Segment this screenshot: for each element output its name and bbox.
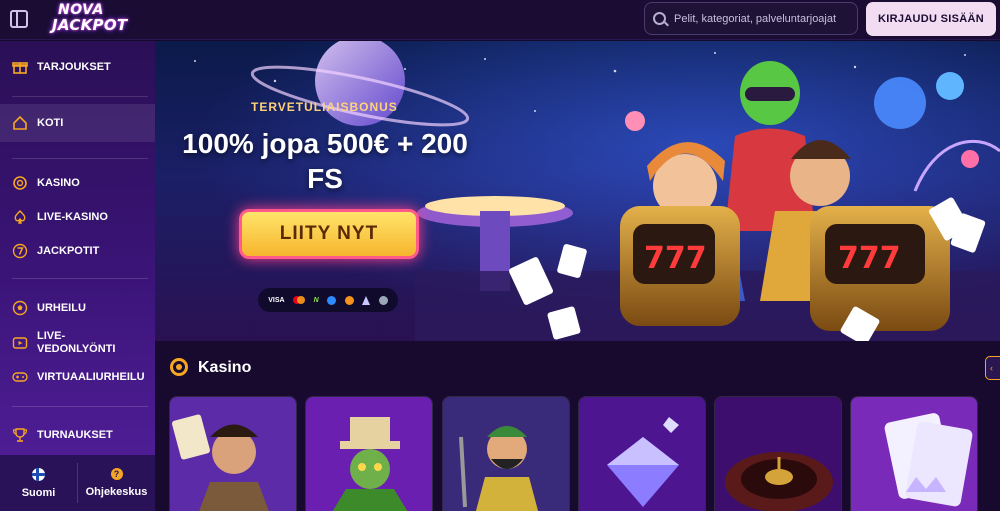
chip-icon [170,358,188,376]
section-title: Kasino [198,359,252,376]
bonus-subtitle: TERVETULIAISBONUS [251,100,398,114]
divider [12,96,148,97]
casino-section: Kasino ‹ [155,341,1000,511]
gamepad-icon [12,369,28,385]
game-tile-cards-crown[interactable] [850,396,978,511]
gift-icon [12,59,28,75]
trophy-icon [12,427,28,443]
sidebar-item-label: LIVE-KASINO [37,210,108,223]
divider [12,406,148,407]
ripple-icon [327,295,337,305]
sidebar-item-label: JACKPOTIT [37,244,100,257]
spade-icon [12,209,28,225]
sidebar: TARJOUKSET KOTI KASINO LIVE-KASINO JACKP… [0,41,155,511]
sidebar-item-label: KASINO [37,176,80,189]
sidebar-item-label: TURNAUKSET [37,428,113,441]
sidebar-item-virtual-sports[interactable]: VIRTUAALIURHEILU [0,365,155,389]
section-nav-arrow-icon[interactable]: ‹ [985,356,1000,380]
sidebar-item-sports[interactable]: URHEILU [0,296,155,320]
sidebar-item-label-line-1: LIVE- [37,330,66,342]
game-tile-leprechaun[interactable] [305,396,433,511]
seven-icon [12,243,28,259]
bonus-title: 100% jopa 500€ + 200 FS [182,128,468,194]
help-icon: ? [110,468,123,480]
sidebar-item-casino[interactable]: KASINO [0,171,155,195]
game-tile-adventurer[interactable] [169,396,297,511]
search-box[interactable] [644,2,858,35]
soccer-ball-icon [12,300,28,316]
sidebar-item-home[interactable]: KOTI [0,104,155,142]
bitcoin-icon [344,295,354,305]
finland-flag-icon [32,467,45,481]
login-button[interactable]: KIRJAUDU SISÄÄN [866,2,996,36]
search-input[interactable] [674,12,857,25]
sidebar-item-label: VIRTUAALIURHEILU [37,370,145,383]
visa-icon: VISA [268,296,285,304]
sidebar-item-live-casino[interactable]: LIVE-KASINO [0,205,155,229]
chip-icon [12,175,28,191]
home-icon [12,115,28,131]
game-tile-lumberjack[interactable] [442,396,570,511]
sidebar-toggle-icon[interactable] [10,10,28,28]
sidebar-item-label: KOTI [37,116,64,129]
mastercard-icon [293,296,306,304]
game-tile-roulette[interactable] [714,396,842,511]
hero-banner[interactable]: 777 777 TERVETULIAISBONUS 100% jopa 500€… [155,41,1000,341]
game-tile-diamond[interactable] [578,396,706,511]
sidebar-item-live-betting[interactable]: LIVE- VEDONLYÖNTI [0,327,155,359]
sidebar-item-label: TARJOUKSET [37,60,111,73]
language-selector[interactable]: Suomi [0,455,77,511]
sidebar-footer: Suomi ? Ohjekeskus [0,455,155,511]
sidebar-item-jackpots[interactable]: JACKPOTIT [0,239,155,263]
sidebar-item-label: URHEILU [37,301,86,314]
live-play-icon [12,335,28,351]
ethereum-icon [362,295,371,305]
slot-display-right: 777 [838,241,901,276]
logo-line-2: JACKPOT [52,16,128,34]
payment-methods: VISA N [258,288,398,312]
neteller-icon: N [313,296,319,304]
language-label: Suomi [21,486,56,499]
sidebar-item-label: LIVE- VEDONLYÖNTI [37,330,115,356]
help-label: Ohjekeskus [85,486,148,498]
sidebar-item-tournaments[interactable]: TURNAUKSET [0,423,155,447]
join-now-button[interactable]: LIITY NYT [239,209,419,259]
logo[interactable]: NOVA JACKPOT [52,3,148,37]
top-bar: NOVA JACKPOT KIRJAUDU SISÄÄN [0,0,1000,40]
sidebar-item-offers[interactable]: TARJOUKSET [0,55,155,79]
divider [12,278,148,279]
search-icon [653,12,666,25]
divider [12,158,148,159]
sidebar-item-label-line-2: VEDONLYÖNTI [37,343,116,355]
slot-display-left: 777 [644,241,707,276]
logo-line-1: NOVA [58,2,104,18]
litecoin-icon [378,295,388,305]
help-center-link[interactable]: ? Ohjekeskus [78,455,155,511]
